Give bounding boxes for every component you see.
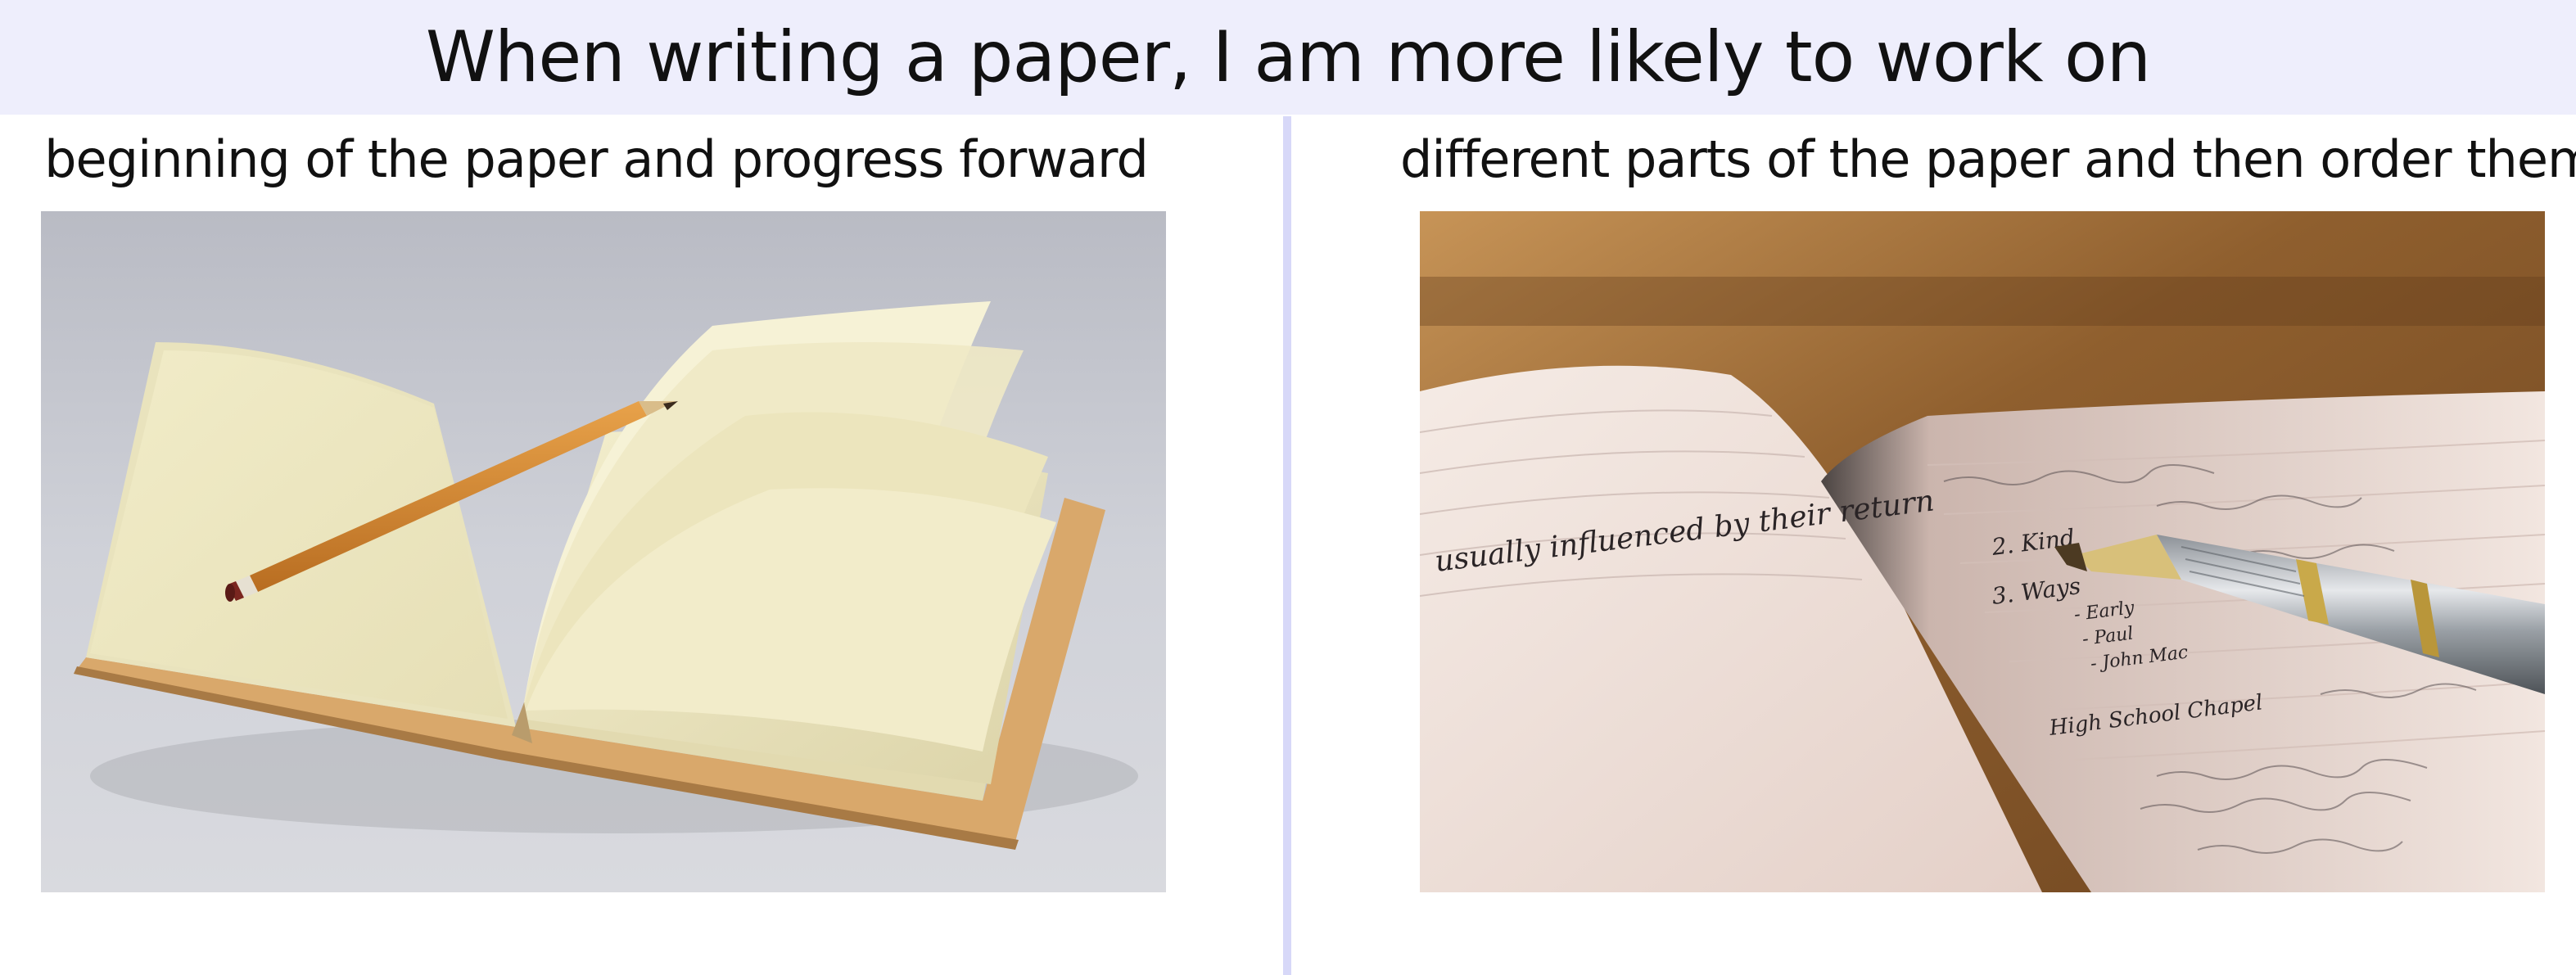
option-different-parts[interactable]: different parts of the paper and then or… xyxy=(1400,115,2576,975)
option-label: beginning of the paper and progress forw… xyxy=(44,129,1149,189)
notebook-fountain-pen-image[interactable]: usually influenced by their return 2. Ki… xyxy=(1420,211,2545,892)
option-beginning-forward[interactable]: beginning of the paper and progress forw… xyxy=(23,115,1169,975)
option-label: different parts of the paper and then or… xyxy=(1400,129,2576,189)
open-notebook-pencil-illustration xyxy=(41,211,1166,892)
options-divider xyxy=(1283,116,1291,975)
poll-slide: When writing a paper, I am more likely t… xyxy=(0,0,2576,975)
question-header: When writing a paper, I am more likely t… xyxy=(0,0,2576,115)
question-title: When writing a paper, I am more likely t… xyxy=(425,16,2151,98)
handwritten-notebook-pen-illustration: usually influenced by their return 2. Ki… xyxy=(1420,211,2545,892)
notebook-pencil-image[interactable] xyxy=(41,211,1166,892)
